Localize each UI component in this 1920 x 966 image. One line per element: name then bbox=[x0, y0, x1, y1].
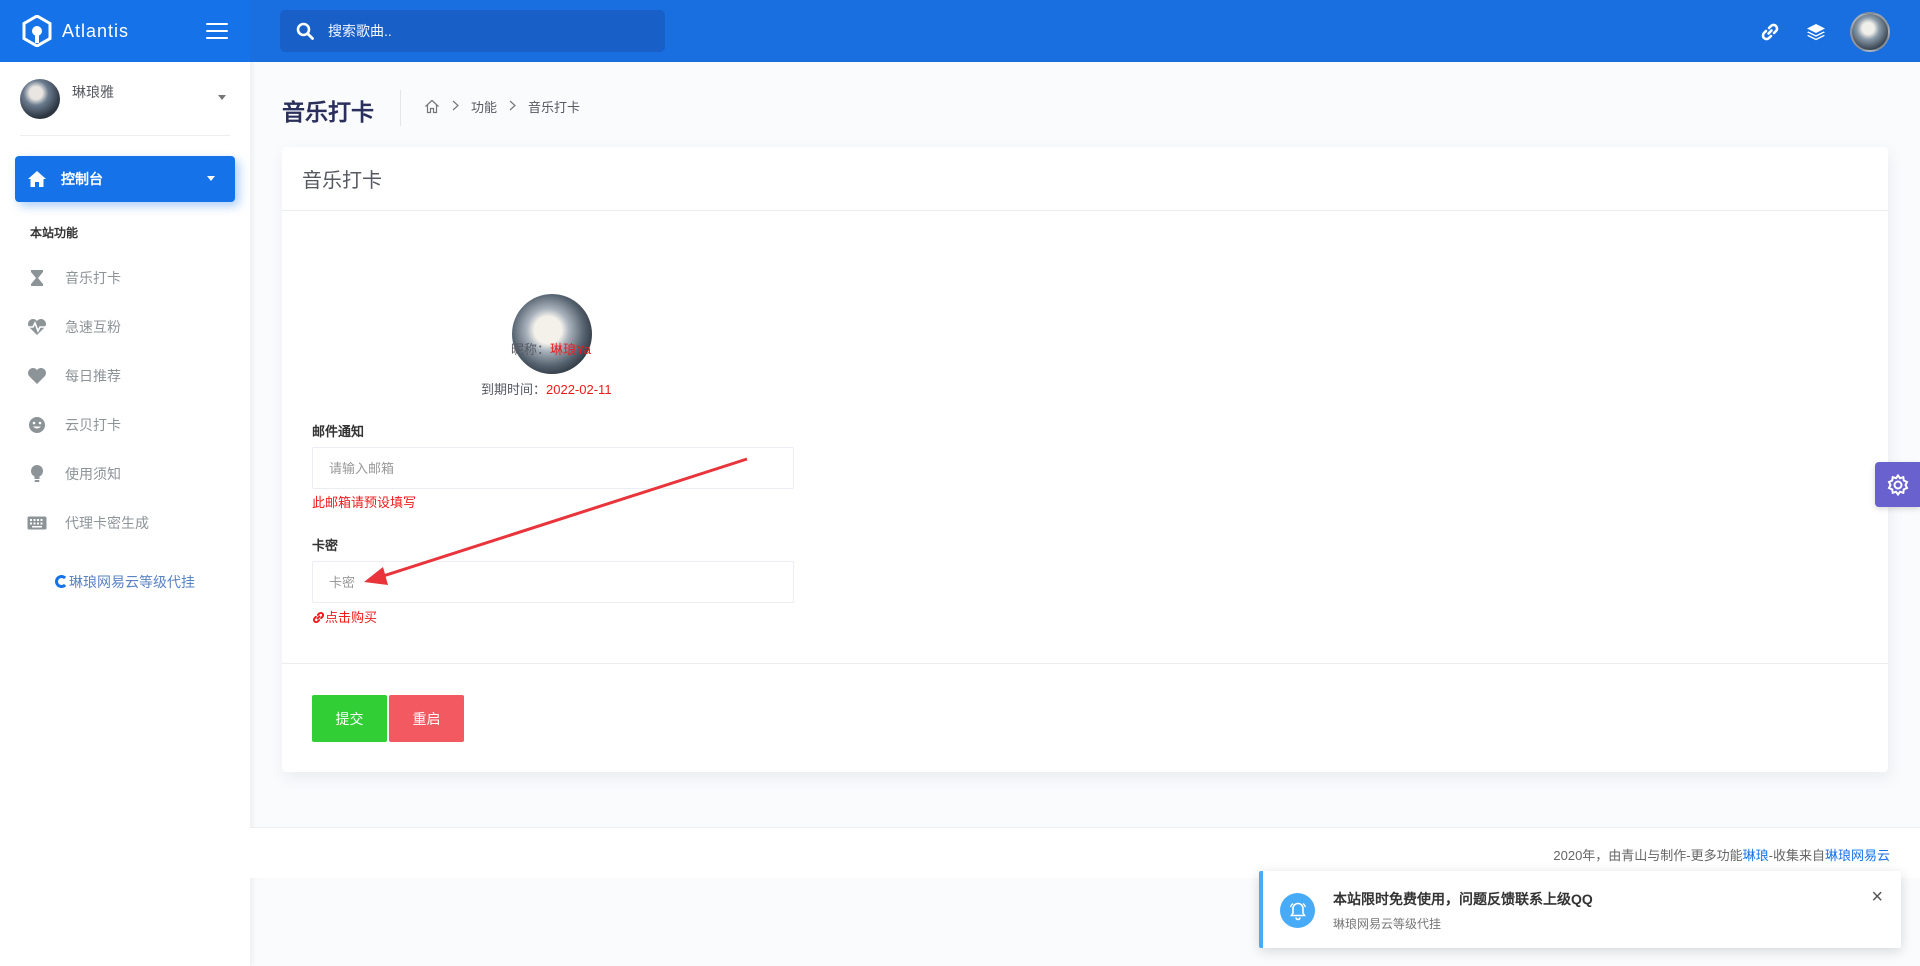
close-icon[interactable]: × bbox=[1871, 887, 1883, 907]
atlantis-logo-icon[interactable] bbox=[22, 14, 52, 48]
card-title: 音乐打卡 bbox=[282, 147, 1888, 211]
footer-link-author[interactable]: 琳琅 bbox=[1743, 848, 1769, 863]
expiry-value: 2022-02-11 bbox=[546, 382, 612, 397]
search-box bbox=[280, 10, 665, 52]
caret-down-icon[interactable] bbox=[218, 95, 226, 100]
card-body: 昵称：琳琅Ya 到期时间：2022-02-11 邮件通知 此邮箱请预设填写 卡密… bbox=[282, 211, 1888, 664]
search-input[interactable] bbox=[328, 23, 648, 39]
user-name: 琳琅雅 bbox=[72, 83, 114, 100]
layers-icon[interactable] bbox=[1804, 20, 1828, 44]
circle-c-icon bbox=[55, 575, 68, 588]
email-label: 邮件通知 bbox=[312, 424, 365, 439]
footer-link-site[interactable]: 琳琅网易云 bbox=[1825, 848, 1890, 863]
submit-button[interactable]: 提交 bbox=[312, 695, 387, 742]
profile-avatar bbox=[512, 294, 592, 374]
sidebar-item-agent-card-gen[interactable]: 代理卡密生成 bbox=[0, 498, 250, 547]
promo-link[interactable]: 琳琅网易云等级代挂 bbox=[0, 572, 250, 592]
lightbulb-icon bbox=[27, 464, 47, 484]
buy-link[interactable]: 点击购买 bbox=[312, 607, 377, 626]
menu-toggle-icon[interactable] bbox=[206, 23, 228, 39]
sidebar-nav: 音乐打卡 急速互粉 每日推荐 云贝打卡 使用须知 代理卡密生成 bbox=[0, 253, 250, 547]
notification-message: 琳琅网易云等级代挂 bbox=[1333, 917, 1442, 931]
user-avatar-button[interactable] bbox=[1850, 12, 1890, 52]
sidebar-item-daily-recommend[interactable]: 每日推荐 bbox=[0, 351, 250, 400]
sidebar-section-title: 本站功能 bbox=[30, 226, 79, 240]
chevron-right-icon bbox=[452, 99, 459, 114]
sidebar-item-label: 音乐打卡 bbox=[65, 269, 121, 286]
caret-down-icon bbox=[207, 176, 215, 181]
title-divider bbox=[400, 90, 401, 126]
hourglass-icon bbox=[27, 268, 47, 288]
sidebar-item-label: 每日推荐 bbox=[65, 367, 121, 384]
app-name[interactable]: Atlantis bbox=[62, 21, 129, 42]
nickname-label: 昵称： bbox=[511, 342, 551, 357]
smile-icon bbox=[27, 415, 47, 435]
link-icon bbox=[313, 612, 324, 623]
sidebar-item-label: 代理卡密生成 bbox=[65, 514, 149, 531]
checkin-card: 音乐打卡 昵称：琳琅Ya 到期时间：2022-02-11 邮件通知 此邮箱请预设… bbox=[282, 147, 1888, 772]
sidebar-item-label: 云贝打卡 bbox=[65, 416, 121, 433]
settings-gear-icon[interactable] bbox=[1875, 462, 1920, 507]
reset-button[interactable]: 重启 bbox=[389, 695, 464, 742]
expiry-label: 到期时间： bbox=[481, 382, 547, 397]
nickname-line: 昵称：琳琅Ya bbox=[511, 339, 591, 358]
logo-header: Atlantis bbox=[0, 0, 250, 62]
card-key-field[interactable] bbox=[312, 561, 794, 603]
sidebar-item-label: 使用须知 bbox=[65, 465, 121, 482]
sidebar-item-label: 急速互粉 bbox=[65, 318, 121, 335]
keyboard-icon bbox=[27, 513, 47, 533]
breadcrumb: 功能 音乐打卡 bbox=[424, 97, 580, 116]
search-icon[interactable] bbox=[296, 22, 314, 40]
chevron-right-icon bbox=[509, 99, 516, 114]
user-profile[interactable]: 琳琅雅 bbox=[20, 62, 230, 136]
expiry-line: 到期时间：2022-02-11 bbox=[481, 379, 612, 398]
email-hint: 此邮箱请预设填写 bbox=[312, 495, 417, 510]
topbar-actions bbox=[1736, 12, 1890, 52]
notification-title: 本站限时免费使用，问题反馈联系上级QQ bbox=[1333, 891, 1593, 907]
nickname-value: 琳琅Ya bbox=[550, 342, 591, 357]
heart-icon bbox=[27, 366, 47, 386]
home-icon[interactable] bbox=[424, 99, 440, 114]
card-actions: 提交 重启 bbox=[282, 664, 1888, 771]
sidebar-item-label: 控制台 bbox=[61, 171, 103, 187]
promo-link-label: 琳琅网易云等级代挂 bbox=[69, 574, 195, 590]
sidebar: Atlantis 琳琅雅 控制台 本站功能 音乐打卡 急速互粉 每日推荐 云贝打… bbox=[0, 0, 250, 966]
breadcrumb-item[interactable]: 功能 bbox=[471, 97, 497, 116]
page-title: 音乐打卡 bbox=[282, 99, 374, 125]
home-icon bbox=[27, 170, 47, 188]
heartbeat-icon bbox=[27, 317, 47, 337]
notification-toast: 本站限时免费使用，问题反馈联系上级QQ 琳琅网易云等级代挂 × bbox=[1259, 871, 1901, 948]
avatar bbox=[20, 78, 60, 119]
breadcrumb-item[interactable]: 音乐打卡 bbox=[528, 97, 580, 116]
sidebar-item-fast-follow[interactable]: 急速互粉 bbox=[0, 302, 250, 351]
buy-link-label: 点击购买 bbox=[325, 610, 378, 625]
bell-icon bbox=[1280, 893, 1315, 928]
sidebar-item-usage-notes[interactable]: 使用须知 bbox=[0, 449, 250, 498]
footer-middle: -收集来自 bbox=[1768, 848, 1825, 863]
link-icon[interactable] bbox=[1758, 20, 1782, 44]
sidebar-item-dashboard[interactable]: 控制台 bbox=[15, 156, 235, 202]
topbar bbox=[250, 0, 1920, 62]
email-field[interactable] bbox=[312, 447, 794, 489]
footer-prefix: 2020年，由青山与制作-更多功能 bbox=[1553, 848, 1743, 863]
footer-text: 2020年，由青山与制作-更多功能琳琅-收集来自琳琅网易云 bbox=[1553, 845, 1890, 864]
card-key-label: 卡密 bbox=[312, 538, 339, 553]
sidebar-item-music-checkin[interactable]: 音乐打卡 bbox=[0, 253, 250, 302]
sidebar-item-cloud-shell-checkin[interactable]: 云贝打卡 bbox=[0, 400, 250, 449]
